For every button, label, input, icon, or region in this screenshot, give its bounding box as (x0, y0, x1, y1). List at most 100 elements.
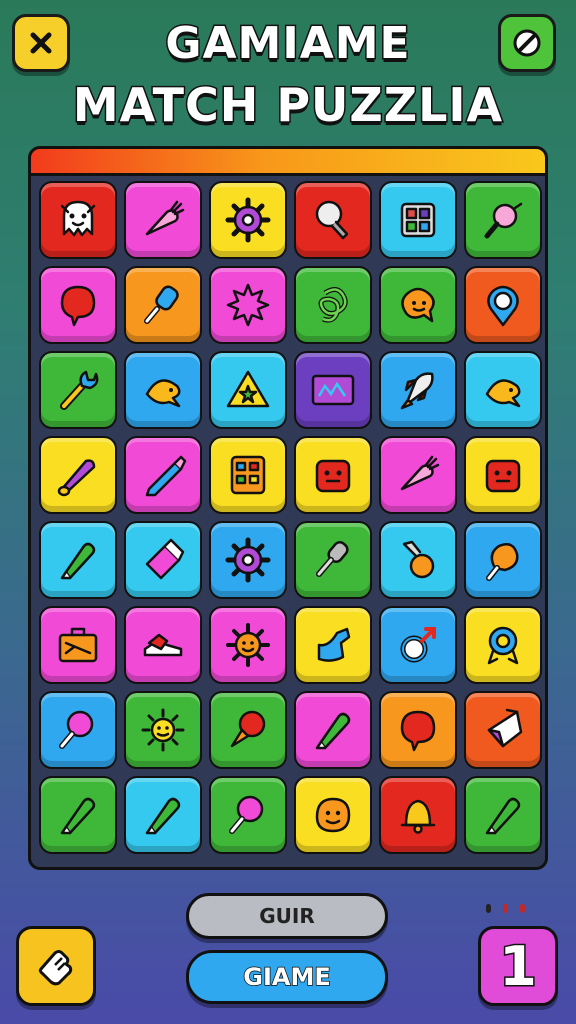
panel-icon (400, 202, 436, 238)
tile[interactable] (464, 351, 542, 429)
sun-icon (226, 283, 270, 327)
microphone-icon (316, 541, 349, 577)
tile[interactable] (209, 266, 287, 344)
tile[interactable] (39, 776, 117, 854)
tile[interactable] (464, 436, 542, 514)
title-line-1: GAMIAME (164, 17, 411, 71)
tile[interactable] (379, 436, 457, 514)
tile[interactable] (124, 266, 202, 344)
tile[interactable] (379, 181, 457, 259)
tile[interactable] (39, 436, 117, 514)
tile[interactable] (209, 521, 287, 599)
bubble-icon (60, 285, 96, 327)
tile[interactable] (464, 521, 542, 599)
pin-icon (487, 285, 519, 327)
hint-button[interactable] (16, 926, 96, 1006)
marker-icon (485, 797, 521, 835)
tile[interactable] (464, 691, 542, 769)
tile[interactable] (124, 776, 202, 854)
badge-icon (487, 626, 519, 665)
lollipop-icon (229, 795, 264, 834)
knot-icon (318, 287, 348, 323)
tile[interactable] (209, 691, 287, 769)
tile[interactable] (209, 351, 287, 429)
level-counter: 1 (478, 926, 558, 1006)
game-button[interactable]: GIAME (186, 950, 388, 1004)
ghost-icon (60, 200, 96, 237)
tile[interactable] (379, 351, 457, 429)
sun-face-icon (141, 708, 185, 752)
rocket-icon (400, 372, 434, 410)
popsicle-icon (144, 285, 179, 324)
tile[interactable] (379, 606, 457, 684)
fish-icon (145, 379, 181, 408)
tile[interactable] (379, 521, 457, 599)
fish-icon (485, 379, 521, 408)
tile[interactable] (464, 181, 542, 259)
tile[interactable] (124, 691, 202, 769)
briefcase-icon (58, 627, 98, 663)
calculator-icon (230, 455, 266, 495)
pencil-icon (145, 455, 187, 497)
boot-icon (317, 627, 351, 662)
tile[interactable] (379, 691, 457, 769)
blob-icon (401, 287, 435, 323)
screen-icon (311, 374, 355, 406)
gear-icon (225, 537, 271, 583)
tile[interactable] (124, 181, 202, 259)
tile[interactable] (124, 436, 202, 514)
tile[interactable] (209, 436, 287, 514)
tile[interactable] (124, 606, 202, 684)
tile[interactable] (209, 606, 287, 684)
tile[interactable] (39, 521, 117, 599)
tile[interactable] (294, 691, 372, 769)
tile[interactable] (294, 436, 372, 514)
tile-grid (39, 181, 542, 854)
tile[interactable] (39, 606, 117, 684)
magnifier-icon (484, 202, 523, 239)
shoe-icon (143, 633, 183, 657)
lollipop-icon (59, 710, 94, 749)
face-box-icon (315, 459, 351, 493)
marker-icon (60, 797, 96, 835)
progress-bar (31, 149, 545, 176)
bell-icon (400, 799, 436, 834)
indicator-dots (486, 904, 525, 913)
tile[interactable] (294, 181, 372, 259)
tile[interactable] (124, 521, 202, 599)
tile[interactable] (124, 351, 202, 429)
tile[interactable] (209, 181, 287, 259)
tile[interactable] (39, 266, 117, 344)
bulb-icon (315, 200, 349, 240)
drumstick-icon (486, 543, 519, 581)
tile[interactable] (294, 351, 372, 429)
tile[interactable] (464, 776, 542, 854)
tile[interactable] (39, 181, 117, 259)
flower-icon (226, 623, 270, 667)
tile[interactable] (464, 606, 542, 684)
tile[interactable] (39, 351, 117, 429)
bubble-icon (400, 710, 436, 752)
blob-face-icon (315, 797, 351, 833)
marker-icon (145, 797, 181, 835)
tile[interactable] (294, 521, 372, 599)
tile[interactable] (379, 776, 457, 854)
tile[interactable] (464, 266, 542, 344)
fruit-icon (402, 540, 435, 579)
marker-icon (60, 542, 96, 580)
title-line-2: MATCH PUZZLIA (71, 77, 504, 134)
quit-button[interactable]: GUIR (186, 893, 388, 939)
tile[interactable] (294, 266, 372, 344)
tile[interactable] (294, 776, 372, 854)
male-icon (400, 627, 436, 663)
tile[interactable] (294, 606, 372, 684)
tile[interactable] (39, 691, 117, 769)
face-box-icon (485, 459, 521, 493)
triangle-icon (226, 370, 270, 408)
kite-icon (487, 708, 523, 748)
tile[interactable] (209, 776, 287, 854)
tile[interactable] (379, 266, 457, 344)
carrot-icon (400, 455, 440, 491)
eraser-icon (145, 538, 185, 580)
marker-icon (315, 712, 351, 750)
